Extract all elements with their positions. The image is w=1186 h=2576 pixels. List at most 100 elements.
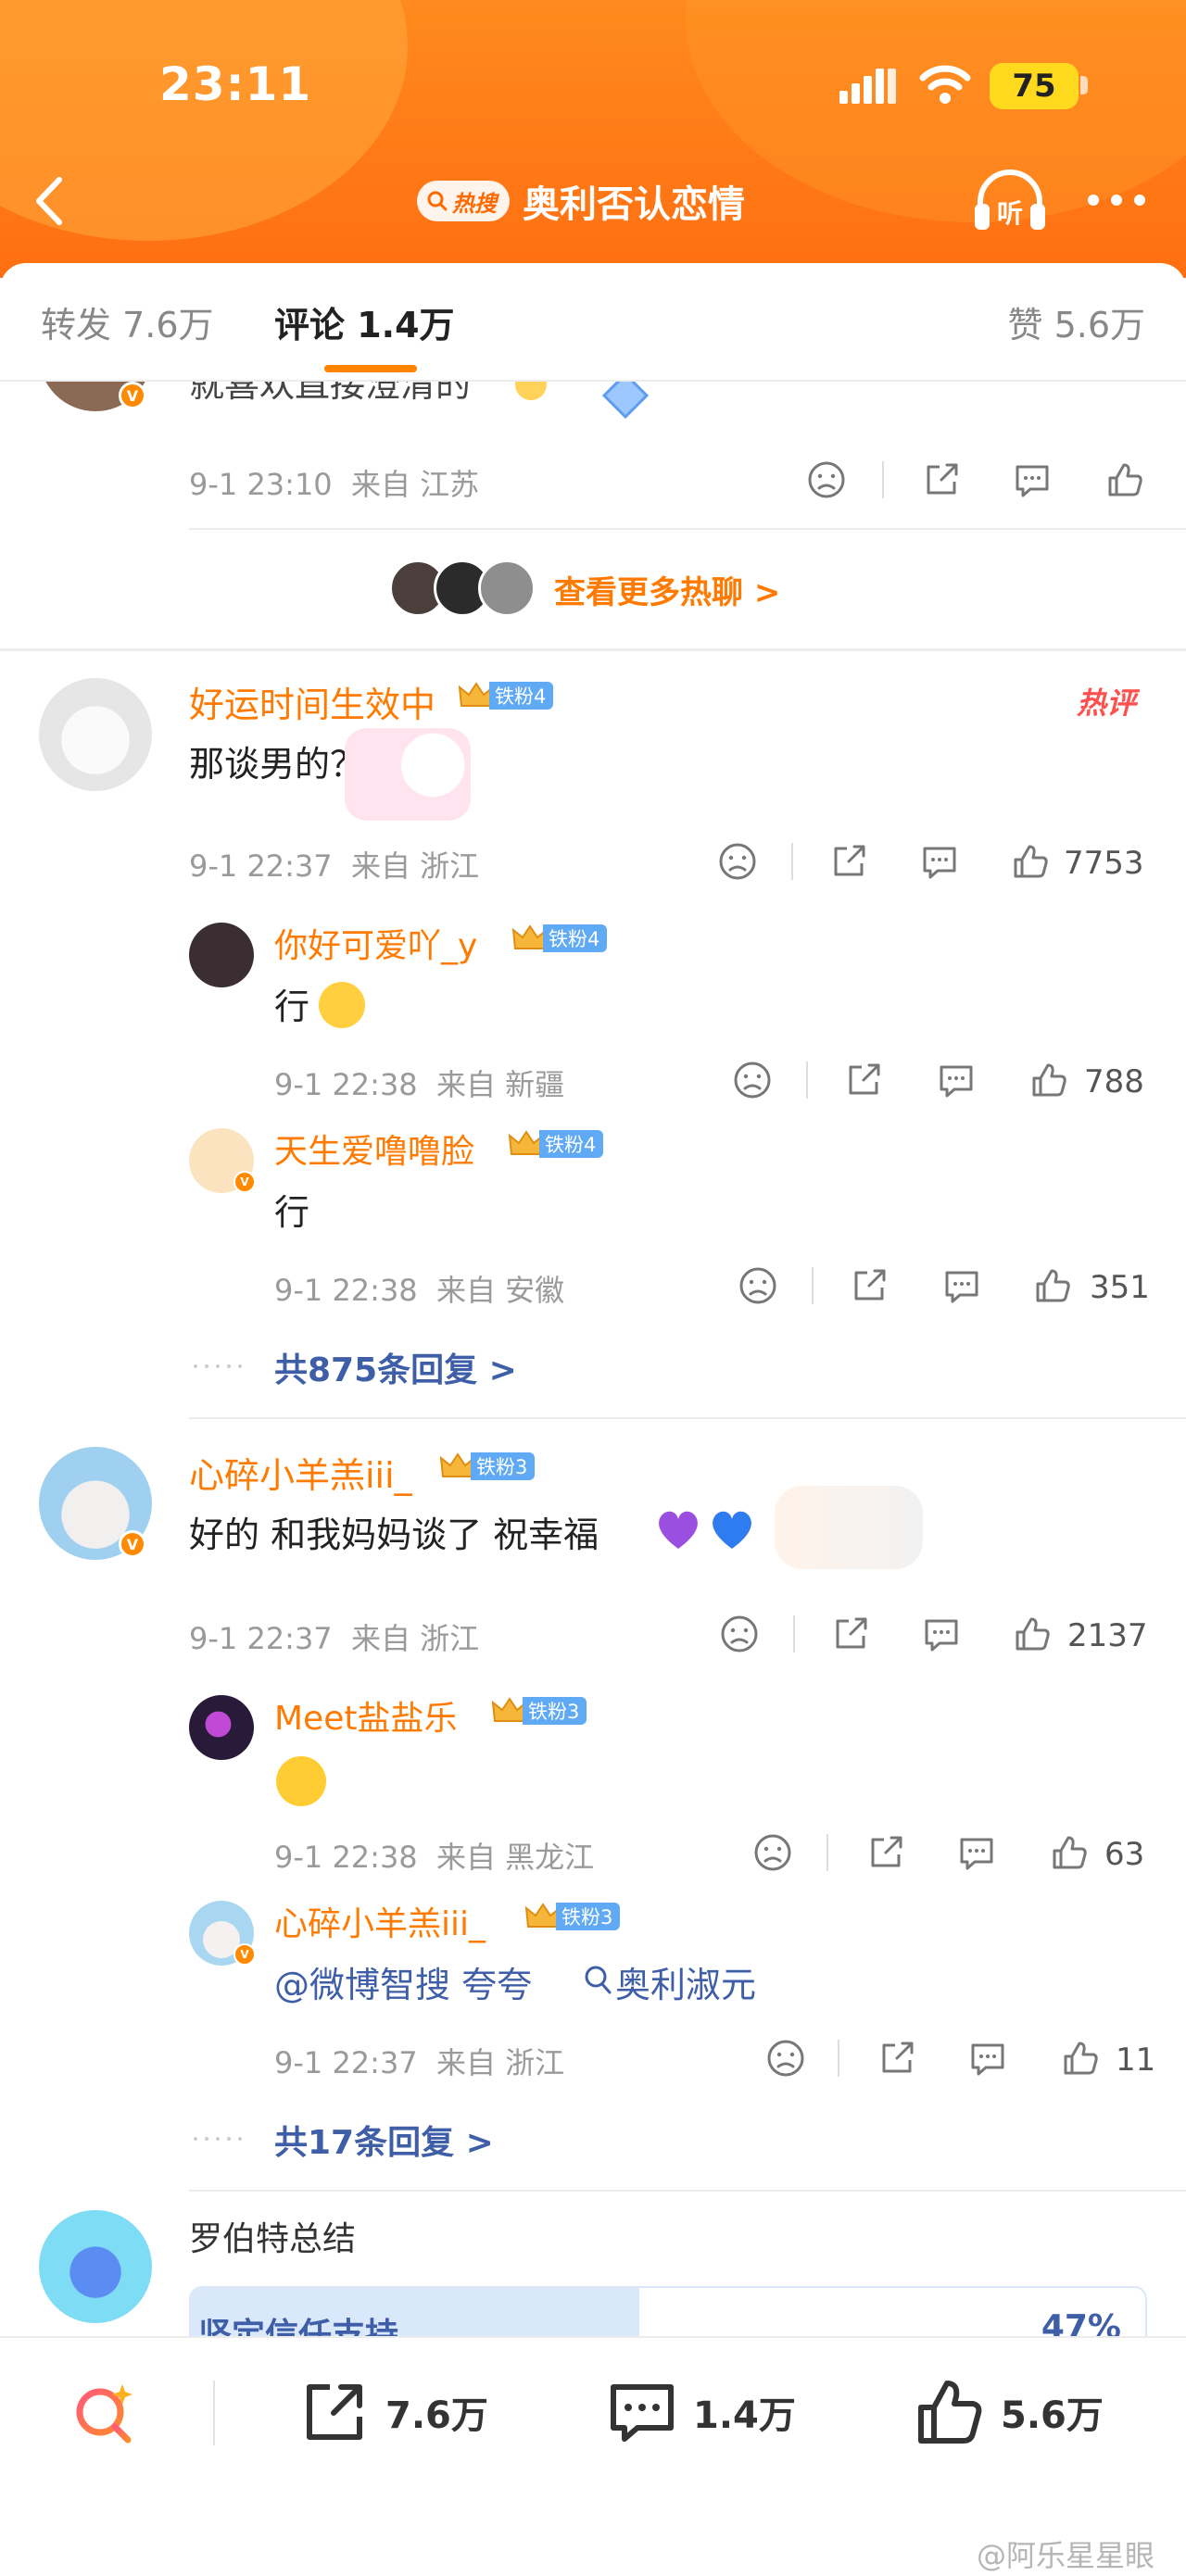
comment-time: 9-1 22:37 来自 浙江 [189,1621,480,1656]
like-thumb-icon[interactable] [1049,1832,1090,1873]
poll-option-bar[interactable]: 坚定信任支持 47% [189,2286,1147,2336]
avatar[interactable] [39,2210,152,2323]
dislike-face-icon[interactable] [806,459,847,500]
listen-headphones-icon[interactable]: 听 [973,167,1047,233]
like-count: 351 [1090,1269,1150,1306]
share-icon[interactable] [828,841,869,882]
poll-option-label: 坚定信任支持 [198,2317,399,2336]
reply-comment-icon[interactable] [919,841,960,882]
action-separator [806,1062,808,1099]
view-more-hot-talk-link[interactable]: 查看更多热聊 > [554,567,780,612]
hot-talk-avatars [389,559,537,621]
repost-count: 7.6万 [385,2394,488,2437]
fan-level-label: 铁粉3 [556,1903,621,1930]
reply-time: 9-1 22:38 来自 安徽 [274,1273,565,1308]
verified-badge: V [119,1530,146,1558]
share-icon[interactable] [865,1832,906,1873]
avatar [478,559,536,617]
share-icon[interactable] [843,1060,884,1100]
avatar[interactable] [189,1695,254,1760]
reply-username[interactable]: 心碎小羊羔iii_ [274,1897,486,1945]
cellular-signal-icon [839,69,896,104]
more-options-icon[interactable] [1084,189,1149,211]
share-icon[interactable] [877,2038,917,2079]
like-thumb-icon[interactable] [1028,1060,1069,1100]
comment-time: 9-1 22:37 来自 浙江 [189,848,480,884]
share-icon[interactable] [849,1265,890,1306]
kiss-emoji [319,982,365,1028]
tab-bar: 转发 7.6万 评论 1.4万 赞 5.6万 [0,263,1186,382]
action-separator [838,2040,839,2077]
like-thumb-icon[interactable] [1012,1614,1053,1654]
dislike-face-icon[interactable] [738,1265,778,1306]
like-thumb-icon[interactable] [1010,841,1051,882]
comment-username[interactable]: 好运时间生效中 [189,676,435,727]
search-topic-link[interactable]: 奥利淑元 [615,1956,756,2007]
ai-search-icon[interactable] [69,2375,143,2449]
bottom-action-bar: 7.6万 1.4万 5.6万 @阿乐星星眼 [0,2336,1186,2576]
tab-repost[interactable]: 转发 7.6万 [41,296,214,347]
poll-username[interactable]: 罗伯特总结 [189,2212,356,2260]
dislike-face-icon[interactable] [765,2038,806,2079]
repost-button[interactable]: 7.6万 [298,2375,488,2449]
action-separator [812,1267,814,1304]
reply-comment-icon[interactable] [956,1832,997,1873]
comment-time: 9-1 23:10 来自 江苏 [189,467,480,502]
verified-badge: V [119,382,146,409]
verified-badge: V [233,1943,256,1966]
comment-bubble-icon [611,2384,674,2442]
dislike-face-icon[interactable] [717,841,758,882]
comment-location: 来自 江苏 [351,467,480,502]
like-thumb-icon[interactable] [1104,459,1145,500]
action-separator [826,1834,828,1871]
page-title-group[interactable]: 热搜 奥利否认恋情 [417,172,745,230]
battery-indicator: 75 [990,63,1079,109]
search-icon [427,191,448,211]
like-thumb-icon[interactable] [1060,2038,1101,2079]
section-divider [0,648,1186,651]
back-arrow-icon[interactable] [26,172,72,230]
reply-comment-icon[interactable] [1012,459,1053,500]
tab-likes[interactable]: 赞 5.6万 [1007,296,1145,347]
reply-username[interactable]: 你好可爱吖_y [274,919,477,967]
avatar[interactable] [39,678,152,791]
share-icon[interactable] [830,1614,871,1654]
dislike-face-icon[interactable] [719,1614,760,1654]
reply-location: 来自 浙江 [436,2045,565,2080]
fan-level-label: 铁粉3 [523,1697,587,1725]
verified-badge: V [233,1171,256,1193]
dislike-face-icon[interactable] [732,1060,773,1100]
reply-time: 9-1 22:37 来自 浙江 [274,2045,565,2080]
comment-text-partial: 就喜欢直接澄清的 [189,382,472,405]
reply-username[interactable]: Meet盐盐乐 [274,1691,457,1740]
more-replies-link[interactable]: 共875条回复 > [274,1343,517,1391]
reply-comment-icon[interactable] [941,1265,982,1306]
reply-location: 来自 新疆 [436,1067,565,1102]
comment-username[interactable]: 心碎小羊羔iii_ [189,1447,412,1498]
reply-comment-icon[interactable] [936,1060,977,1100]
purple-heart-icon [659,1511,698,1549]
like-count: 7753 [1064,845,1144,882]
fan-level-badge: 铁粉3 [491,1695,587,1727]
reply-username[interactable]: 天生爱噜噜脸 [274,1125,474,1173]
reply-text: @微博智搜 夸夸 [274,1965,533,2005]
like-button[interactable]: 5.6万 [914,2375,1104,2449]
fan-level-label: 铁粉3 [471,1452,536,1480]
comment-button[interactable]: 1.4万 [606,2375,796,2449]
poll-option-percent: 47% [1041,2308,1121,2336]
action-separator [791,843,793,880]
fan-level-badge: 铁粉4 [511,923,608,954]
share-icon[interactable] [921,459,962,500]
watermark: @阿乐星星眼 [976,2538,1154,2573]
reply-comment-icon[interactable] [967,2038,1008,2079]
tab-comment[interactable]: 评论 1.4万 [274,296,455,347]
reply-comment-icon[interactable] [921,1614,962,1654]
like-thumb-icon[interactable] [1032,1265,1073,1306]
dislike-face-icon[interactable] [752,1832,793,1873]
avatar[interactable] [189,923,254,987]
comment-list: V 就喜欢直接澄清的 9-1 23:10 来自 江苏 查看更多热聊 > 好运时间… [0,382,1186,2336]
fan-level-label: 铁粉4 [539,1130,604,1158]
meow-cat-sticker [775,1486,923,1569]
more-replies-link[interactable]: 共17条回复 > [274,2116,494,2164]
comment-text: 好的 和我妈妈谈了 祝幸福 [189,1514,599,1555]
